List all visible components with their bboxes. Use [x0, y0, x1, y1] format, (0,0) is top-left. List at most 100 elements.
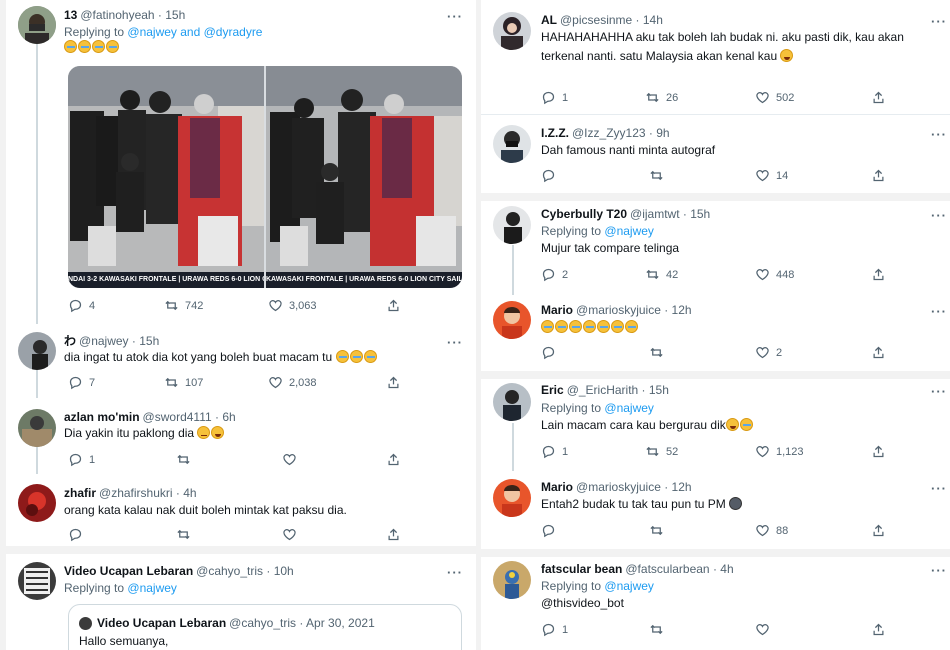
share-button[interactable] — [871, 444, 886, 459]
replying-to-link[interactable]: @najwey — [604, 401, 654, 415]
reply-button[interactable]: 2 — [541, 267, 568, 282]
tweet-ericharith[interactable]: Eric @_EricHarith · 15h ··· Replying to @… — [481, 379, 950, 471]
avatar[interactable] — [493, 12, 531, 50]
tweet-fatscularbean[interactable]: fatscular bean @fatscularbean · 4h ··· Re… — [481, 557, 950, 650]
reply-button[interactable]: 4 — [68, 298, 95, 313]
handle-time[interactable]: @sword4111 · 6h — [143, 410, 236, 424]
mention-link[interactable]: @thisvideo_bot — [541, 594, 624, 613]
handle-time[interactable]: @_EricHarith · 15h — [567, 383, 669, 397]
retweet-button[interactable]: 107 — [164, 375, 203, 390]
replying-to-link[interactable]: @najwey and @dyradyre — [127, 25, 262, 39]
share-button[interactable] — [386, 527, 401, 542]
handle-time[interactable]: @picsesinme · 14h — [560, 13, 663, 27]
display-name[interactable]: わ — [64, 334, 76, 348]
like-button[interactable]: 88 — [755, 523, 788, 538]
display-name[interactable]: Mario — [541, 303, 573, 317]
share-button[interactable] — [386, 298, 401, 313]
like-button[interactable]: 3,063 — [268, 298, 317, 313]
share-button[interactable] — [386, 452, 401, 467]
avatar[interactable] — [18, 6, 56, 44]
like-button[interactable] — [282, 527, 297, 542]
reply-button[interactable]: 1 — [541, 90, 568, 105]
replying-to-link[interactable]: @najwey — [604, 224, 654, 238]
retweet-button[interactable] — [649, 168, 664, 183]
tweet-izz-zyy123[interactable]: I.Z.Z. @Izz_Zyy123 · 9h ··· Dah famous na… — [481, 115, 950, 193]
quoted-handle-time[interactable]: @cahyo_tris · Apr 30, 2021 — [229, 616, 375, 630]
tweet-sword4111[interactable]: azlan mo'min @sword4111 · 6h Dia yakin it… — [6, 400, 476, 474]
more-icon[interactable]: ··· — [931, 385, 947, 398]
like-button[interactable]: 502 — [755, 90, 794, 105]
tweet-picsesinme[interactable]: AL @picsesinme · 14h ··· HAHAHAHAHHA aku … — [481, 0, 950, 114]
handle-time[interactable]: @ijamtwt · 15h — [630, 207, 710, 221]
share-button[interactable] — [871, 523, 886, 538]
reply-button[interactable]: 1 — [541, 444, 568, 459]
tweet-marioskyjuice[interactable]: Mario @marioskyjuice · 12h ··· 2 — [481, 293, 950, 371]
display-name[interactable]: azlan mo'min — [64, 410, 140, 424]
quoted-tweet[interactable]: Video Ucapan Lebaran @cahyo_tris · Apr 30… — [68, 604, 462, 650]
tweet-zhafirshukri[interactable]: zhafir @zhafirshukri · 4h orang kata kala… — [6, 476, 476, 544]
share-button[interactable] — [871, 622, 886, 637]
replying-to-link[interactable]: @najwey — [127, 581, 177, 595]
avatar[interactable] — [493, 561, 531, 599]
avatar[interactable] — [493, 125, 531, 163]
share-button[interactable] — [871, 90, 886, 105]
handle-time[interactable]: @zhafirshukri · 4h — [99, 486, 197, 500]
reply-button[interactable]: 1 — [68, 452, 95, 467]
more-icon[interactable]: ··· — [447, 336, 463, 349]
display-name[interactable]: AL — [541, 13, 557, 27]
avatar[interactable] — [493, 206, 531, 244]
retweet-button[interactable]: 26 — [645, 90, 678, 105]
display-name[interactable]: Mario — [541, 480, 573, 494]
tweet-cahyo-tris[interactable]: Video Ucapan Lebaran @cahyo_tris · 10h ··… — [6, 554, 476, 650]
handle-time[interactable]: @fatscularbean · 4h — [625, 562, 733, 576]
retweet-button[interactable]: 42 — [645, 267, 678, 282]
handle-time[interactable]: @Izz_Zyy123 · 9h — [572, 126, 670, 140]
more-icon[interactable]: ··· — [931, 128, 947, 141]
handle-time[interactable]: @cahyo_tris · 10h — [196, 564, 294, 578]
tweet-ijamtwt[interactable]: Cyberbully T20 @ijamtwt · 15h ··· Replyin… — [481, 201, 950, 295]
avatar[interactable] — [18, 484, 56, 522]
retweet-button[interactable] — [649, 523, 664, 538]
avatar[interactable] — [493, 479, 531, 517]
avatar[interactable] — [493, 301, 531, 339]
reply-button[interactable] — [541, 345, 556, 360]
avatar[interactable] — [18, 562, 56, 600]
like-button[interactable] — [755, 622, 770, 637]
more-icon[interactable]: ··· — [931, 15, 947, 28]
more-icon[interactable]: ··· — [931, 564, 947, 577]
tweet-marioskyjuice-2[interactable]: Mario @marioskyjuice · 12h ··· Entah2 bud… — [481, 469, 950, 549]
share-button[interactable] — [386, 375, 401, 390]
avatar[interactable] — [493, 383, 531, 421]
replying-to-link[interactable]: @najwey — [604, 579, 654, 593]
more-icon[interactable]: ··· — [447, 566, 463, 579]
retweet-button[interactable]: 52 — [645, 444, 678, 459]
tweet-najwey[interactable]: わ @najwey · 15h ··· dia ingat tu atok dia… — [6, 324, 476, 398]
retweet-button[interactable] — [176, 452, 191, 467]
retweet-button[interactable]: 742 — [164, 298, 203, 313]
more-icon[interactable]: ··· — [931, 482, 947, 495]
tweet-media[interactable]: NDAI 3-2 KAWASAKI FRONTALE | URAWA REDS … — [68, 66, 462, 288]
retweet-button[interactable] — [649, 622, 664, 637]
like-button[interactable] — [282, 452, 297, 467]
display-name[interactable]: Cyberbully T20 — [541, 207, 627, 221]
reply-button[interactable]: 1 — [541, 622, 568, 637]
handle-time[interactable]: @fatinohyeah · 15h — [80, 8, 185, 22]
avatar[interactable] — [18, 409, 56, 447]
retweet-button[interactable] — [649, 345, 664, 360]
like-button[interactable]: 2,038 — [268, 375, 317, 390]
like-button[interactable]: 2 — [755, 345, 782, 360]
like-button[interactable]: 14 — [755, 168, 788, 183]
share-button[interactable] — [871, 267, 886, 282]
display-name[interactable]: Eric — [541, 383, 564, 397]
retweet-button[interactable] — [176, 527, 191, 542]
more-icon[interactable]: ··· — [931, 305, 947, 318]
display-name[interactable]: Video Ucapan Lebaran — [64, 564, 193, 578]
quoted-display-name[interactable]: Video Ucapan Lebaran — [97, 616, 226, 630]
display-name[interactable]: fatscular bean — [541, 562, 622, 576]
like-button[interactable]: 448 — [755, 267, 794, 282]
handle-time[interactable]: @najwey · 15h — [79, 334, 159, 348]
reply-button[interactable] — [541, 523, 556, 538]
more-icon[interactable]: ··· — [447, 10, 463, 23]
like-button[interactable]: 1,123 — [755, 444, 804, 459]
reply-button[interactable] — [68, 527, 83, 542]
